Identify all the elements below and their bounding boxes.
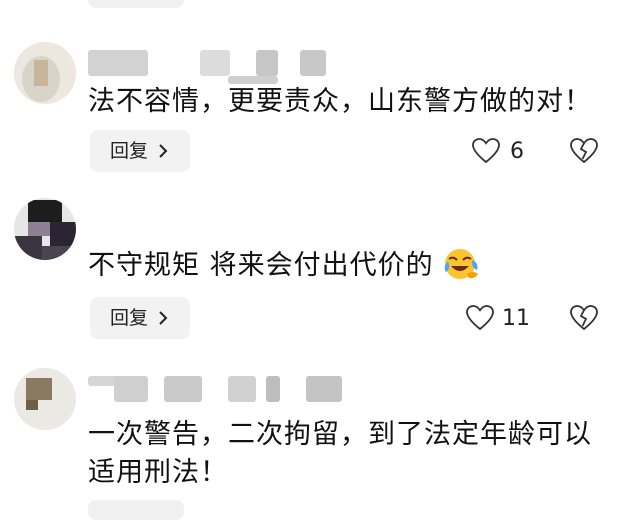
- username-blurred: [88, 376, 428, 402]
- previous-reply-button[interactable]: [88, 0, 184, 8]
- broken-heart-icon[interactable]: [570, 138, 598, 164]
- like-button[interactable]: 6: [472, 138, 532, 168]
- avatar[interactable]: [14, 368, 76, 430]
- chevron-right-icon: [159, 144, 168, 158]
- heart-outline-icon: [466, 305, 494, 331]
- username-blurred: [88, 50, 428, 84]
- comment-text-content: 不守规矩 将来会付出代价的: [88, 250, 434, 281]
- like-count: 6: [510, 139, 524, 164]
- comment-text: 一次警告，二次拘留，到了法定年龄可以适用刑法！: [88, 419, 592, 488]
- reply-label: 回复: [110, 140, 149, 162]
- like-button[interactable]: 11: [466, 305, 536, 335]
- reply-button[interactable]: [88, 500, 184, 520]
- broken-heart-icon[interactable]: [570, 305, 598, 331]
- chevron-right-icon: [159, 311, 168, 325]
- comment-text: 不守规矩 将来会付出代价的: [88, 246, 628, 284]
- laughing-crying-emoji: [444, 249, 479, 279]
- reply-button[interactable]: 回复: [90, 297, 190, 339]
- reply-label: 回复: [110, 307, 149, 329]
- like-count: 11: [502, 306, 530, 331]
- comment-text: 法不容情，更要责众，山东警方做的对！: [88, 86, 592, 117]
- reply-button[interactable]: 回复: [90, 130, 190, 172]
- heart-outline-icon: [472, 138, 500, 164]
- avatar[interactable]: [14, 42, 76, 104]
- avatar[interactable]: [14, 198, 76, 260]
